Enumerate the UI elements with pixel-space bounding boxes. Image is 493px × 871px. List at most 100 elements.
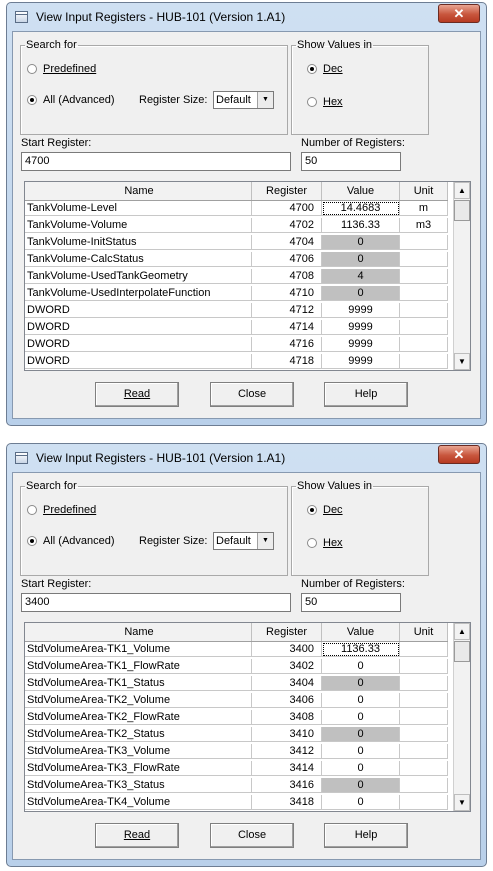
dropdown-arrow-icon[interactable]: ▼ bbox=[257, 533, 273, 549]
all-advanced-radio[interactable]: All (Advanced) bbox=[27, 94, 115, 106]
table-row[interactable]: StdVolumeArea-TK3_Status 3416 0 bbox=[25, 778, 448, 793]
cell-register: 3412 bbox=[252, 744, 322, 759]
cell-value[interactable]: 0 bbox=[322, 693, 400, 708]
register-size-select[interactable]: Default ▼ bbox=[213, 532, 274, 550]
num-registers-input[interactable]: 50 bbox=[301, 152, 401, 171]
cell-value[interactable]: 0 bbox=[322, 778, 400, 793]
registers-table[interactable]: Name Register Value Unit StdVolumeArea-T… bbox=[24, 622, 471, 812]
scroll-up-arrow-icon[interactable]: ▲ bbox=[454, 182, 470, 199]
dialog-client: Search for Predefined All (Advanced) Reg… bbox=[12, 31, 481, 419]
cell-register: 3408 bbox=[252, 710, 322, 725]
all-advanced-radio[interactable]: All (Advanced) bbox=[27, 535, 115, 547]
col-register-header[interactable]: Register bbox=[252, 623, 322, 641]
cell-name: StdVolumeArea-TK2_FlowRate bbox=[25, 710, 252, 725]
table-row[interactable]: TankVolume-Level 4700 14.4683 m bbox=[25, 201, 448, 216]
col-register-header[interactable]: Register bbox=[252, 182, 322, 200]
scroll-up-arrow-icon[interactable]: ▲ bbox=[454, 623, 470, 640]
col-name-header[interactable]: Name bbox=[25, 623, 252, 641]
table-row[interactable]: StdVolumeArea-TK1_Volume 3400 1136.33 bbox=[25, 642, 448, 657]
col-value-header[interactable]: Value bbox=[322, 182, 400, 200]
cell-value[interactable]: 0 bbox=[322, 286, 400, 301]
predefined-radio[interactable]: Predefined bbox=[27, 504, 96, 516]
col-unit-header[interactable]: Unit bbox=[400, 182, 448, 200]
cell-value[interactable]: 0 bbox=[322, 710, 400, 725]
cell-value[interactable]: 0 bbox=[322, 252, 400, 267]
table-row[interactable]: StdVolumeArea-TK1_FlowRate 3402 0 bbox=[25, 659, 448, 674]
table-row[interactable]: StdVolumeArea-TK2_Status 3410 0 bbox=[25, 727, 448, 742]
table-row[interactable]: StdVolumeArea-TK2_FlowRate 3408 0 bbox=[25, 710, 448, 725]
close-button[interactable]: Close bbox=[210, 823, 294, 848]
hex-radio[interactable]: Hex bbox=[307, 96, 343, 108]
show-values-label: Show Values in bbox=[297, 39, 373, 51]
table-row[interactable]: DWORD 4712 9999 bbox=[25, 303, 448, 318]
cell-register: 4704 bbox=[252, 235, 322, 250]
cell-value[interactable]: 0 bbox=[322, 676, 400, 691]
cell-unit bbox=[400, 659, 448, 674]
col-unit-header[interactable]: Unit bbox=[400, 623, 448, 641]
radio-circle bbox=[307, 97, 317, 107]
vertical-scrollbar[interactable]: ▲ ▼ bbox=[453, 182, 470, 370]
cell-value[interactable]: 1136.33 bbox=[322, 218, 400, 233]
cell-value[interactable]: 9999 bbox=[322, 320, 400, 335]
cell-name: StdVolumeArea-TK4_Volume bbox=[25, 795, 252, 810]
close-button[interactable]: Close bbox=[210, 382, 294, 407]
help-button[interactable]: Help bbox=[324, 382, 408, 407]
cell-register: 3414 bbox=[252, 761, 322, 776]
cell-value[interactable]: 0 bbox=[322, 659, 400, 674]
cell-value[interactable]: 0 bbox=[322, 727, 400, 742]
register-size-select[interactable]: Default ▼ bbox=[213, 91, 274, 109]
close-icon[interactable]: ✕ bbox=[438, 4, 480, 23]
cell-unit bbox=[400, 320, 448, 335]
cell-value[interactable]: 0 bbox=[322, 761, 400, 776]
col-name-header[interactable]: Name bbox=[25, 182, 252, 200]
num-registers-input[interactable]: 50 bbox=[301, 593, 401, 612]
read-button[interactable]: Read bbox=[95, 823, 179, 848]
table-row[interactable]: TankVolume-UsedTankGeometry 4708 4 bbox=[25, 269, 448, 284]
dec-radio[interactable]: Dec bbox=[307, 63, 343, 75]
table-row[interactable]: StdVolumeArea-TK1_Status 3404 0 bbox=[25, 676, 448, 691]
start-register-input[interactable]: 3400 bbox=[21, 593, 291, 612]
table-row[interactable]: TankVolume-CalcStatus 4706 0 bbox=[25, 252, 448, 267]
table-row[interactable]: DWORD 4718 9999 bbox=[25, 354, 448, 369]
close-icon[interactable]: ✕ bbox=[438, 445, 480, 464]
title-bar[interactable]: View Input Registers - HUB-101 (Version … bbox=[7, 3, 486, 31]
table-row[interactable]: TankVolume-Volume 4702 1136.33 m3 bbox=[25, 218, 448, 233]
cell-value[interactable]: 1136.33 bbox=[322, 642, 400, 657]
table-row[interactable]: DWORD 4716 9999 bbox=[25, 337, 448, 352]
table-row[interactable]: StdVolumeArea-TK3_FlowRate 3414 0 bbox=[25, 761, 448, 776]
table-row[interactable]: StdVolumeArea-TK3_Volume 3412 0 bbox=[25, 744, 448, 759]
scroll-thumb[interactable] bbox=[454, 200, 470, 221]
start-register-label: Start Register: bbox=[21, 578, 92, 590]
scroll-thumb[interactable] bbox=[454, 641, 470, 662]
table-row[interactable]: TankVolume-UsedInterpolateFunction 4710 0 bbox=[25, 286, 448, 301]
cell-register: 3418 bbox=[252, 795, 322, 810]
cell-value[interactable]: 0 bbox=[322, 744, 400, 759]
cell-value[interactable]: 0 bbox=[322, 235, 400, 250]
dropdown-arrow-icon[interactable]: ▼ bbox=[257, 92, 273, 108]
table-row[interactable]: TankVolume-InitStatus 4704 0 bbox=[25, 235, 448, 250]
table-row[interactable]: StdVolumeArea-TK4_Volume 3418 0 bbox=[25, 795, 448, 810]
cell-value[interactable]: 14.4683 bbox=[322, 201, 400, 216]
title-bar[interactable]: View Input Registers - HUB-101 (Version … bbox=[7, 444, 486, 472]
cell-value[interactable]: 9999 bbox=[322, 303, 400, 318]
table-row[interactable]: StdVolumeArea-TK2_Volume 3406 0 bbox=[25, 693, 448, 708]
cell-value[interactable]: 9999 bbox=[322, 337, 400, 352]
read-button[interactable]: Read bbox=[95, 382, 179, 407]
scroll-down-arrow-icon[interactable]: ▼ bbox=[454, 353, 470, 370]
table-row[interactable]: DWORD 4714 9999 bbox=[25, 320, 448, 335]
hex-radio[interactable]: Hex bbox=[307, 537, 343, 549]
cell-value[interactable]: 9999 bbox=[322, 354, 400, 369]
predefined-radio[interactable]: Predefined bbox=[27, 63, 96, 75]
help-button[interactable]: Help bbox=[324, 823, 408, 848]
start-register-input[interactable]: 4700 bbox=[21, 152, 291, 171]
cell-value[interactable]: 4 bbox=[322, 269, 400, 284]
vertical-scrollbar[interactable]: ▲ ▼ bbox=[453, 623, 470, 811]
dec-radio[interactable]: Dec bbox=[307, 504, 343, 516]
cell-value[interactable]: 0 bbox=[322, 795, 400, 810]
close-label: Close bbox=[237, 388, 267, 400]
cell-name: TankVolume-Level bbox=[25, 201, 252, 216]
registers-table[interactable]: Name Register Value Unit TankVolume-Leve… bbox=[24, 181, 471, 371]
scroll-down-arrow-icon[interactable]: ▼ bbox=[454, 794, 470, 811]
dec-label: Dec bbox=[323, 63, 343, 75]
col-value-header[interactable]: Value bbox=[322, 623, 400, 641]
